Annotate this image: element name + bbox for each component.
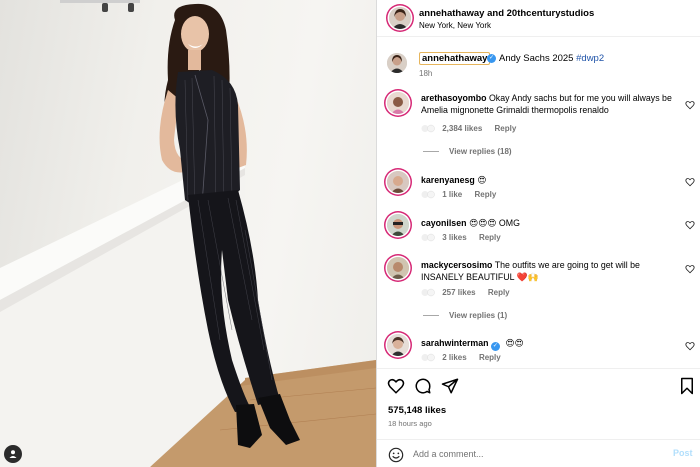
likes-count[interactable]: 575,148 likes — [388, 405, 446, 416]
comment-username[interactable]: sarahwinterman — [421, 338, 488, 348]
liker-avatars-icon — [421, 191, 435, 199]
comment-username[interactable]: mackycersosimo — [421, 260, 492, 270]
person-figure — [159, 3, 300, 448]
comment-likes[interactable]: 257 likes — [442, 288, 475, 297]
comment-reply-button[interactable]: Reply — [495, 124, 517, 133]
post-actions: 575,148 likes 18 hours ago Post — [377, 368, 700, 467]
emoji-icon[interactable] — [388, 447, 404, 463]
add-comment-bar: Post — [377, 439, 700, 467]
heart-icon[interactable] — [685, 220, 695, 230]
post-location[interactable]: New York, New York — [419, 21, 491, 30]
comment-meta: 1 like Reply — [421, 190, 506, 199]
caption-text: Andy Sachs 2025 #dwp2 — [499, 53, 604, 64]
post-header-title[interactable]: annehathaway and 20thcenturystudios — [419, 8, 594, 19]
heart-icon[interactable] — [685, 100, 695, 110]
comment-text: 😍😍 — [505, 338, 524, 348]
comment-body: karenyanesg 😍 — [421, 174, 681, 186]
comment-body: sarahwinterman ✓ 😍😍 — [421, 337, 681, 351]
bookmark-icon[interactable] — [678, 377, 696, 395]
post-side-panel: annehathaway and 20thcenturystudios New … — [376, 0, 700, 467]
author-avatar[interactable] — [389, 7, 411, 29]
like-heart-icon[interactable] — [387, 377, 405, 395]
post-comment-button[interactable]: Post — [673, 448, 693, 458]
heart-icon[interactable] — [685, 341, 695, 351]
commenter-avatar[interactable] — [387, 214, 409, 236]
caption-avatar[interactable] — [387, 53, 407, 73]
verified-icon: ✓ — [487, 54, 496, 63]
caption-time[interactable]: 18h — [419, 69, 432, 78]
comment-likes[interactable]: 1 like — [442, 190, 462, 199]
commenter-avatar[interactable] — [387, 334, 409, 356]
comment-input[interactable] — [413, 445, 653, 463]
verified-icon: ✓ — [490, 342, 500, 351]
commenter-avatar[interactable] — [387, 92, 409, 114]
caption-hashtag[interactable]: #dwp2 — [576, 53, 604, 64]
comment-body: arethasoyombo Okay Andy sachs but for me… — [421, 92, 681, 116]
commenter-avatar[interactable] — [387, 257, 409, 279]
comment-body: mackycersosimo The outfits we are going … — [421, 259, 681, 283]
comment-body: cayonilsen 😍😍😍 OMG — [421, 217, 681, 229]
comment-reply-button[interactable]: Reply — [479, 353, 501, 362]
comment-reply-button[interactable]: Reply — [479, 233, 501, 242]
liker-avatars-icon — [421, 234, 435, 242]
commenter-avatar[interactable] — [387, 171, 409, 193]
comment-icon[interactable] — [414, 377, 432, 395]
comment-text: 😍 — [477, 175, 487, 185]
comment-likes[interactable]: 2,384 likes — [442, 124, 482, 133]
comment-meta: 3 likes Reply — [421, 233, 511, 242]
comment-username[interactable]: karenyanesg — [421, 175, 475, 185]
view-replies-button[interactable]: View replies (18) — [423, 147, 512, 156]
caption-body: Andy Sachs 2025 — [499, 53, 574, 64]
comment-likes[interactable]: 2 likes — [442, 353, 466, 362]
comment-username[interactable]: cayonilsen — [421, 218, 466, 228]
comment-reply-button[interactable]: Reply — [488, 288, 510, 297]
heart-icon[interactable] — [685, 177, 695, 187]
liker-avatars-icon — [421, 289, 435, 297]
post-photo[interactable] — [0, 0, 376, 467]
ceiling-track-light — [60, 0, 140, 12]
comment-text: 😍😍😍 OMG — [468, 218, 520, 228]
comment-meta: 257 likes Reply — [421, 288, 520, 297]
user-tag-icon[interactable] — [4, 445, 22, 463]
comment-username[interactable]: arethasoyombo — [421, 93, 487, 103]
view-replies-button[interactable]: View replies (1) — [423, 311, 507, 320]
post-header: annehathaway and 20thcenturystudios New … — [377, 0, 700, 37]
comment-meta: 2 likes Reply — [421, 353, 511, 362]
liker-avatars-icon — [421, 354, 435, 362]
comment-reply-button[interactable]: Reply — [474, 190, 496, 199]
caption-username[interactable]: annehathaway — [419, 52, 491, 65]
share-icon[interactable] — [441, 377, 459, 395]
comment-meta: 2,384 likes Reply — [421, 124, 526, 133]
post-time-ago[interactable]: 18 hours ago — [388, 419, 432, 428]
liker-avatars-icon — [421, 125, 435, 133]
heart-icon[interactable] — [685, 264, 695, 274]
comment-likes[interactable]: 3 likes — [442, 233, 466, 242]
